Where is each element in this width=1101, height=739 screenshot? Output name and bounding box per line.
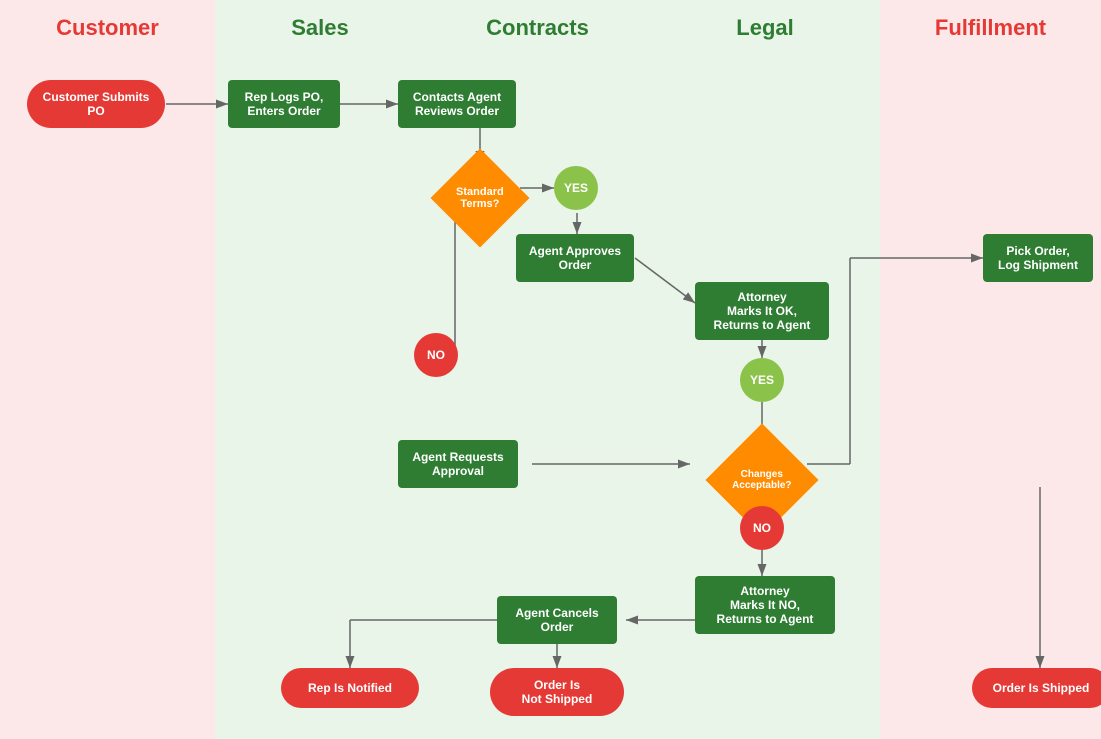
no-circle-1: NO: [414, 333, 458, 377]
yes-circle-2: YES: [740, 358, 784, 402]
order-not-shipped: Order Is Not Shipped: [490, 668, 624, 716]
agent-requests-approval: Agent Requests Approval: [398, 440, 518, 488]
rep-logs-po: Rep Logs PO, Enters Order: [228, 80, 340, 128]
order-is-shipped: Order Is Shipped: [972, 668, 1101, 708]
diagram-container: Customer Sales Contracts Legal Fulfillme…: [0, 0, 1101, 739]
contacts-agent: Contacts Agent Reviews Order: [398, 80, 516, 128]
all-nodes: Customer Submits PO Rep Logs PO, Enters …: [0, 0, 1101, 739]
attorney-marks-ok: Attorney Marks It OK, Returns to Agent: [695, 282, 829, 340]
no-circle-2: NO: [740, 506, 784, 550]
attorney-marks-no: Attorney Marks It NO, Returns to Agent: [695, 576, 835, 634]
customer-submits-po: Customer Submits PO: [27, 80, 165, 128]
agent-approves: Agent Approves Order: [516, 234, 634, 282]
agent-cancels-order: Agent Cancels Order: [497, 596, 617, 644]
standard-terms-diamond: Standard Terms?: [431, 149, 530, 248]
rep-is-notified: Rep Is Notified: [281, 668, 419, 708]
yes-circle-1: YES: [554, 166, 598, 210]
pick-order: Pick Order, Log Shipment: [983, 234, 1093, 282]
